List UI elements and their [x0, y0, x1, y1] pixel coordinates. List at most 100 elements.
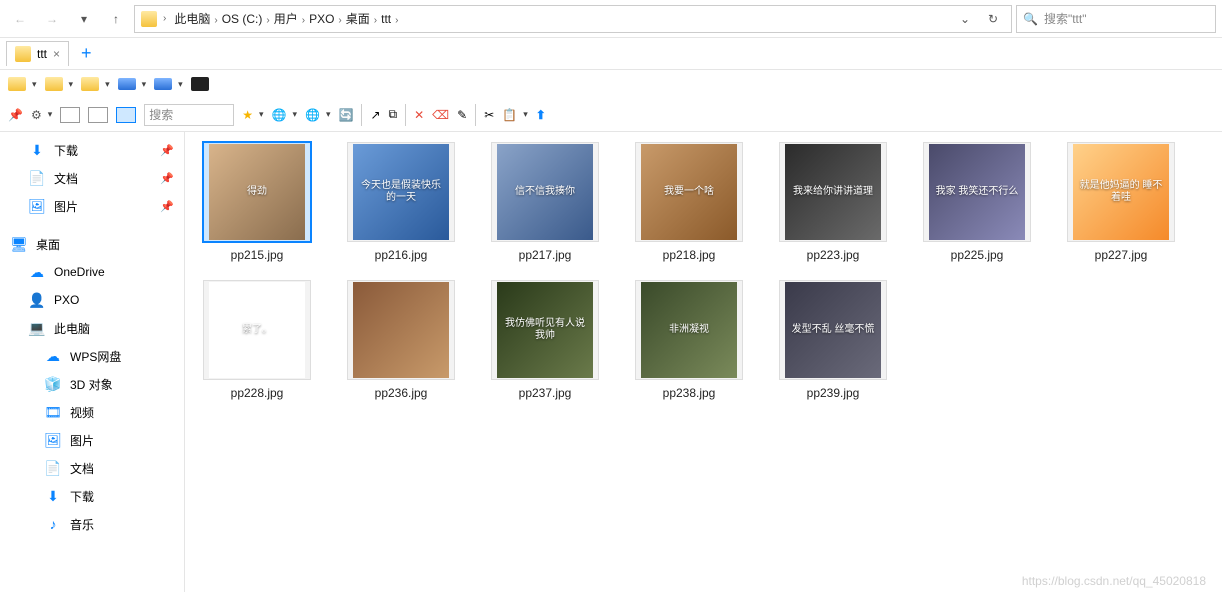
sidebar-item-此电脑[interactable]: 💻此电脑: [0, 314, 184, 342]
file-name: pp236.jpg: [375, 386, 428, 400]
pin-icon[interactable]: 📌: [160, 172, 174, 185]
download-icon: ⬇: [44, 487, 62, 505]
breadcrumb-box[interactable]: › 此电脑›OS (C:)›用户›PXO›桌面›ttt› ⌄ ↻: [134, 5, 1012, 33]
copy-icon[interactable]: ⧉: [389, 107, 398, 122]
view-list-button[interactable]: [88, 107, 108, 123]
file-item[interactable]: 我仿佛听见有人说我帅pp237.jpg: [485, 280, 605, 400]
view-icons-button[interactable]: [116, 107, 136, 123]
breadcrumb-item[interactable]: ttt: [379, 12, 393, 26]
sidebar-item-图片[interactable]: 🖼图片: [0, 426, 184, 454]
chevron-down-icon[interactable]: ▾: [178, 79, 183, 90]
star-icon[interactable]: ★: [242, 108, 253, 122]
file-name: pp216.jpg: [375, 248, 428, 262]
properties-icon[interactable]: 📋: [502, 108, 517, 122]
sidebar-item-OneDrive[interactable]: ☁OneDrive: [0, 258, 184, 286]
file-item[interactable]: 累了。pp228.jpg: [197, 280, 317, 400]
chevron-down-icon[interactable]: ▾: [293, 109, 298, 120]
forward-button[interactable]: →: [38, 5, 66, 33]
file-name: pp239.jpg: [807, 386, 860, 400]
sidebar-item-label: 图片: [70, 432, 94, 449]
chevron-right-icon: ›: [161, 13, 168, 24]
sidebar-item-音乐[interactable]: ♪音乐: [0, 510, 184, 538]
chevron-down-icon[interactable]: ▾: [523, 109, 528, 120]
file-name: pp223.jpg: [807, 248, 860, 262]
terminal-icon[interactable]: [191, 77, 209, 91]
pin-icon[interactable]: 📌: [160, 200, 174, 213]
breadcrumb-item[interactable]: 用户: [272, 12, 300, 26]
refresh-button[interactable]: ↻: [981, 7, 1005, 31]
thumbnail: 我来给你讲讲道理: [779, 142, 887, 242]
breadcrumb-item[interactable]: OS (C:): [220, 12, 265, 26]
file-item[interactable]: pp236.jpg: [341, 280, 461, 400]
chevron-down-icon[interactable]: ▾: [48, 109, 53, 120]
file-item[interactable]: 我家 我笑还不行么pp225.jpg: [917, 142, 1037, 262]
rename-icon[interactable]: ✎: [457, 108, 467, 122]
folder-icon[interactable]: [8, 77, 26, 91]
file-item[interactable]: 就是他妈逼的 睡不着哇pp227.jpg: [1061, 142, 1181, 262]
breadcrumb-item[interactable]: 此电脑: [172, 12, 212, 26]
view-details-button[interactable]: [60, 107, 80, 123]
chevron-down-icon[interactable]: ▾: [32, 79, 37, 90]
chevron-down-icon[interactable]: ▾: [326, 109, 331, 120]
tab-ttt[interactable]: ttt ×: [6, 41, 69, 66]
sidebar-item-WPS网盘[interactable]: ☁WPS网盘: [0, 342, 184, 370]
move-icon[interactable]: ↗: [370, 108, 380, 122]
history-dropdown[interactable]: ▾: [70, 5, 98, 33]
cut-icon[interactable]: ✂: [484, 108, 494, 122]
sidebar-item-图片[interactable]: 🖼图片📌: [0, 192, 184, 220]
sidebar-item-3D 对象[interactable]: 🧊 3D 对象: [0, 370, 184, 398]
monitor-icon[interactable]: [154, 78, 172, 90]
sidebar-item-下载[interactable]: ⬇下载: [0, 482, 184, 510]
folder-icon[interactable]: [81, 77, 99, 91]
folder-icon[interactable]: [45, 77, 63, 91]
sidebar-item-PXO[interactable]: 👤PXO: [0, 286, 184, 314]
breadcrumb-item[interactable]: PXO: [307, 12, 336, 26]
pin-icon[interactable]: 📌: [160, 144, 174, 157]
globe-icon[interactable]: 🌐: [305, 108, 320, 122]
sidebar-item-desktop[interactable]: 🖥 桌面: [0, 230, 184, 258]
up-arrow-icon[interactable]: ⬆: [536, 108, 546, 122]
address-bar: ← → ▾ ↑ › 此电脑›OS (C:)›用户›PXO›桌面›ttt› ⌄ ↻…: [0, 0, 1222, 38]
delete-icon[interactable]: ✕: [414, 108, 424, 122]
3d-icon: 🧊: [44, 375, 62, 393]
chevron-down-icon[interactable]: ▾: [142, 79, 147, 90]
monitor-icon[interactable]: [118, 78, 136, 90]
content-area[interactable]: 得劲pp215.jpg 今天也是假装快乐的一天 pp216.jpg 信不信我揍你pp2…: [185, 132, 1222, 592]
pin-icon[interactable]: 📌: [8, 108, 23, 122]
file-item[interactable]: 我来给你讲讲道理 pp223.jpg: [773, 142, 893, 262]
folder-icon: [141, 11, 157, 27]
dropdown-button[interactable]: ⌄: [953, 7, 977, 31]
mus-icon: ♪: [44, 515, 62, 533]
sidebar-item-文档[interactable]: 📄文档📌: [0, 164, 184, 192]
search-box[interactable]: 🔍 搜索"ttt": [1016, 5, 1216, 33]
up-button[interactable]: ↑: [102, 5, 130, 33]
file-item[interactable]: 发型不乱 丝毫不慌pp239.jpg: [773, 280, 893, 400]
sidebar-item-视频[interactable]: 🎞视频: [0, 398, 184, 426]
sidebar-item-文档[interactable]: 📄文档: [0, 454, 184, 482]
tabs-row: ttt × +: [0, 38, 1222, 70]
desktop-icon: 🖥: [10, 235, 28, 253]
file-item[interactable]: 非洲凝视pp238.jpg: [629, 280, 749, 400]
thumbnail: 今天也是假装快乐的一天: [347, 142, 455, 242]
file-item[interactable]: 信不信我揍你pp217.jpg: [485, 142, 605, 262]
back-button[interactable]: ←: [6, 5, 34, 33]
filter-input[interactable]: 搜索: [144, 104, 234, 126]
chevron-down-icon[interactable]: ▾: [105, 79, 110, 90]
breadcrumb-item[interactable]: 桌面: [344, 12, 372, 26]
sidebar-item-下载[interactable]: ⬇下载📌: [0, 136, 184, 164]
sidebar-item-label: 3D 对象: [70, 376, 113, 393]
globe-icon[interactable]: 🌐: [272, 108, 287, 122]
chevron-down-icon[interactable]: ▾: [69, 79, 74, 90]
sync-icon[interactable]: 🔄: [339, 108, 354, 122]
close-icon[interactable]: ×: [53, 47, 60, 61]
new-tab-button[interactable]: +: [75, 43, 98, 64]
chevron-down-icon[interactable]: ▾: [259, 109, 264, 120]
sidebar-item-label: 此电脑: [54, 320, 90, 337]
file-item[interactable]: 今天也是假装快乐的一天 pp216.jpg: [341, 142, 461, 262]
gear-icon[interactable]: ⚙: [31, 108, 42, 122]
thumbnail-caption: 我来给你讲讲道理: [785, 144, 881, 240]
delete-all-icon[interactable]: ⌫: [432, 108, 449, 122]
file-item[interactable]: 我要一个啥pp218.jpg: [629, 142, 749, 262]
file-item[interactable]: 得劲pp215.jpg: [197, 142, 317, 262]
main-area: ⬇下载📌📄文档📌🖼图片📌 🖥 桌面 ☁OneDrive👤PXO💻此电脑 ☁WPS…: [0, 132, 1222, 592]
